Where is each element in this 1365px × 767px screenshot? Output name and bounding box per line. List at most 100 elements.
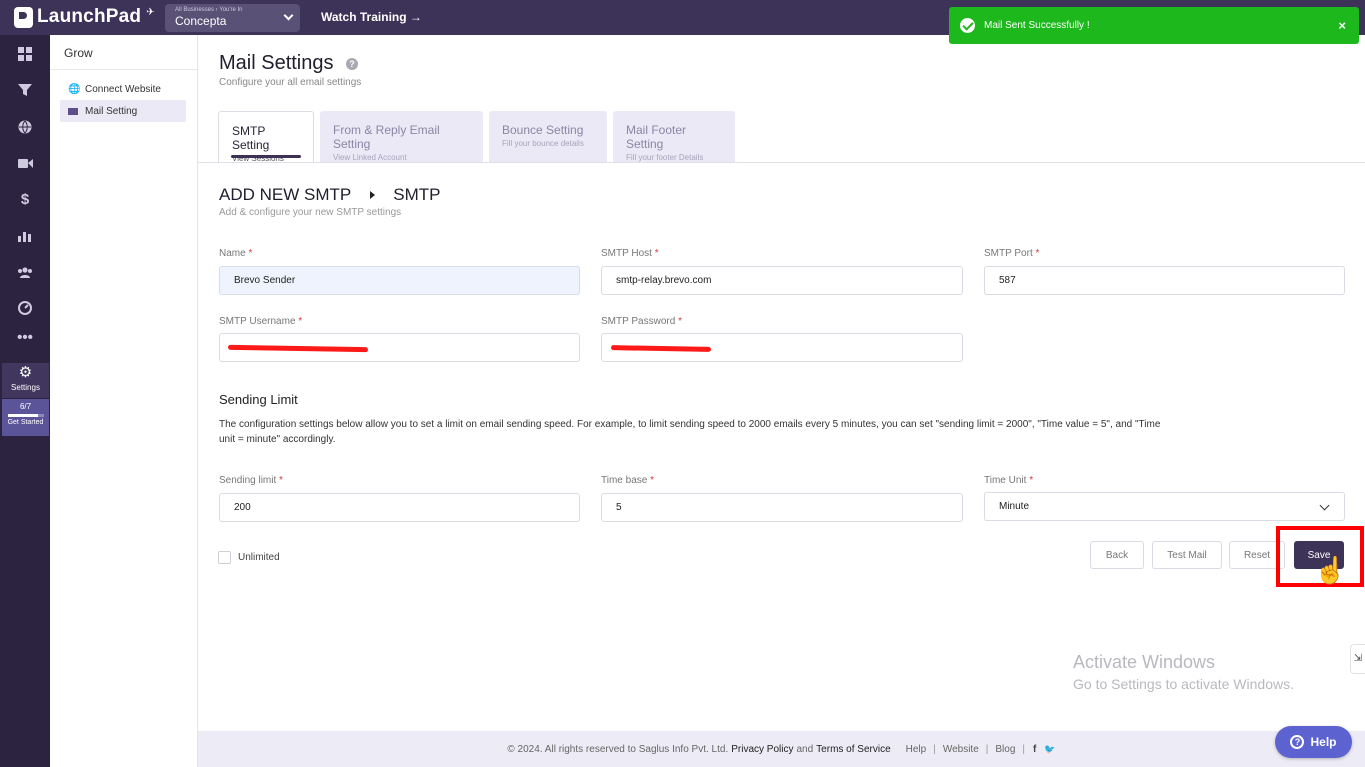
sending-limit-field[interactable]: 200 — [219, 493, 580, 522]
footer-separator: | — [933, 743, 936, 755]
business-name: Concepta — [175, 14, 227, 28]
dollar-icon[interactable]: $ — [0, 187, 50, 211]
watermark-line-1: Activate Windows — [1073, 652, 1216, 672]
settings-label: Settings — [11, 383, 40, 392]
rocket-icon: ✈ — [146, 6, 155, 18]
time-base-label: Time base * — [601, 475, 655, 486]
footer-copyright: © 2024. All rights reserved to Saglus In… — [507, 743, 729, 755]
users-icon[interactable] — [0, 260, 50, 284]
footer-blog-link[interactable]: Blog — [995, 744, 1015, 755]
back-button[interactable]: Back — [1090, 541, 1144, 569]
help-button[interactable]: ? Help — [1275, 726, 1352, 758]
tab-mail-footer-setting[interactable]: Mail Footer Setting Fill your footer Det… — [613, 111, 735, 162]
smtp-port-field[interactable]: 587 — [984, 266, 1345, 295]
globe-icon[interactable] — [0, 115, 50, 139]
tab-subtitle: View Linked Account — [333, 153, 407, 162]
twitter-icon[interactable]: 🐦 — [1044, 744, 1055, 755]
caret-right-icon — [370, 191, 376, 199]
tabs-divider — [198, 162, 1365, 163]
get-started-label: Get Started — [7, 419, 44, 426]
sending-limit-description: The configuration settings below allow y… — [219, 419, 1161, 445]
launchpad-logo[interactable]: LaunchPad ✈ — [14, 6, 155, 28]
sub-navigation: Grow 🌐 Connect Website Mail Setting — [50, 35, 198, 767]
funnel-icon[interactable] — [0, 78, 50, 102]
progress-bar — [7, 414, 44, 417]
time-unit-select[interactable]: Minute — [984, 492, 1345, 521]
facebook-icon[interactable]: f — [1033, 744, 1036, 755]
settings-tabs: SMTP Setting View Sessions From & Reply … — [218, 111, 735, 163]
video-icon[interactable] — [0, 151, 50, 175]
gear-icon: ⚙ — [18, 364, 33, 381]
footer-help-link[interactable]: Help — [906, 744, 927, 755]
help-circle-icon[interactable]: ? — [346, 58, 358, 70]
tab-title: SMTP Setting — [232, 124, 270, 152]
check-circle-icon — [960, 18, 975, 33]
tab-title: Bounce Setting — [502, 123, 584, 137]
question-circle-icon: ? — [1290, 735, 1305, 749]
smtp-host-field[interactable]: smtp-relay.brevo.com — [601, 266, 963, 295]
progress-bar-fill — [7, 414, 39, 417]
section-title-left: ADD NEW SMTP — [219, 185, 352, 204]
footer-and: and — [796, 743, 814, 755]
sidebar-item-settings[interactable]: ⚙ Settings — [2, 363, 49, 398]
business-selector[interactable]: All Businesses › You're In Concepta — [165, 4, 300, 32]
business-breadcrumb: All Businesses › You're In — [175, 7, 243, 13]
main-sidebar: $ ••• ⚙ Settings 6/7 Get Started — [0, 35, 50, 767]
tab-bounce-setting[interactable]: Bounce Setting Fill your bounce details — [489, 111, 607, 162]
section-title: ADD NEW SMTP SMTP — [219, 185, 440, 205]
time-base-field[interactable]: 5 — [601, 493, 963, 522]
smtp-host-label: SMTP Host * — [601, 248, 659, 259]
subnav-item-label: Mail Setting — [85, 105, 138, 117]
page-title: Mail Settings — [219, 52, 334, 74]
chart-icon[interactable] — [0, 224, 50, 248]
toast-message: Mail Sent Successfully ! — [984, 20, 1090, 31]
logo-mark-icon — [14, 6, 33, 28]
progress-count: 6/7 — [19, 402, 32, 411]
tab-title: From & Reply Email Setting — [333, 123, 440, 151]
tab-title: Mail Footer Setting — [626, 123, 687, 151]
tab-smtp-setting[interactable]: SMTP Setting View Sessions — [218, 111, 314, 163]
section-title-right: SMTP — [393, 185, 441, 204]
name-label: Name * — [219, 248, 253, 259]
main-content: Mail Settings ? Configure your all email… — [198, 35, 1365, 767]
subnav-item-mail-setting[interactable]: Mail Setting — [60, 100, 186, 122]
footer-website-link[interactable]: Website — [943, 744, 979, 755]
dashboard-icon[interactable] — [0, 42, 50, 66]
toast-close-button[interactable]: × — [1338, 18, 1346, 33]
hand-cursor-icon: ☝ — [1314, 555, 1347, 585]
tab-subtitle: Fill your bounce details — [502, 139, 584, 148]
subnav-item-connect-website[interactable]: 🌐 Connect Website — [60, 78, 186, 100]
page-subtitle: Configure your all email settings — [219, 77, 362, 88]
subnav-item-label: Connect Website — [85, 83, 161, 95]
test-mail-button[interactable]: Test Mail — [1152, 541, 1222, 569]
page-footer: © 2024. All rights reserved to Saglus In… — [198, 731, 1365, 767]
name-field[interactable]: Brevo Sender — [219, 266, 580, 295]
watch-training-link[interactable]: Watch Training → — [321, 10, 422, 24]
chevron-down-icon — [1319, 500, 1330, 511]
section-subtitle: Add & configure your new SMTP settings — [219, 207, 402, 218]
help-button-label: Help — [1310, 735, 1337, 749]
smtp-port-label: SMTP Port * — [984, 248, 1040, 259]
smtp-username-label: SMTP Username * — [219, 316, 303, 327]
side-expand-icon[interactable]: ⇲ — [1350, 644, 1365, 674]
mail-icon — [68, 107, 78, 115]
get-started-progress[interactable]: 6/7 Get Started — [2, 399, 49, 436]
brand-name: LaunchPad — [37, 6, 142, 27]
sending-limit-label: Sending limit * — [219, 475, 283, 486]
web-icon: 🌐 — [68, 83, 81, 95]
time-unit-label: Time Unit * — [984, 475, 1034, 486]
tab-subtitle: Fill your footer Details — [626, 153, 704, 162]
time-unit-value: Minute — [999, 501, 1030, 512]
unlimited-checkbox[interactable] — [218, 551, 231, 564]
unlimited-label: Unlimited — [238, 552, 280, 563]
privacy-policy-link[interactable]: Privacy Policy — [731, 744, 793, 755]
terms-of-service-link[interactable]: Terms of Service — [816, 744, 890, 755]
activate-windows-watermark: Activate Windows Go to Settings to activ… — [1073, 652, 1294, 692]
smtp-password-label: SMTP Password * — [601, 316, 682, 327]
footer-separator: | — [1022, 743, 1026, 755]
tab-from-reply-email-setting[interactable]: From & Reply Email Setting View Linked A… — [320, 111, 483, 162]
gauge-icon[interactable] — [0, 296, 50, 320]
more-icon[interactable]: ••• — [0, 325, 50, 349]
sending-limit-title: Sending Limit — [219, 392, 298, 407]
footer-separator: | — [985, 743, 989, 755]
